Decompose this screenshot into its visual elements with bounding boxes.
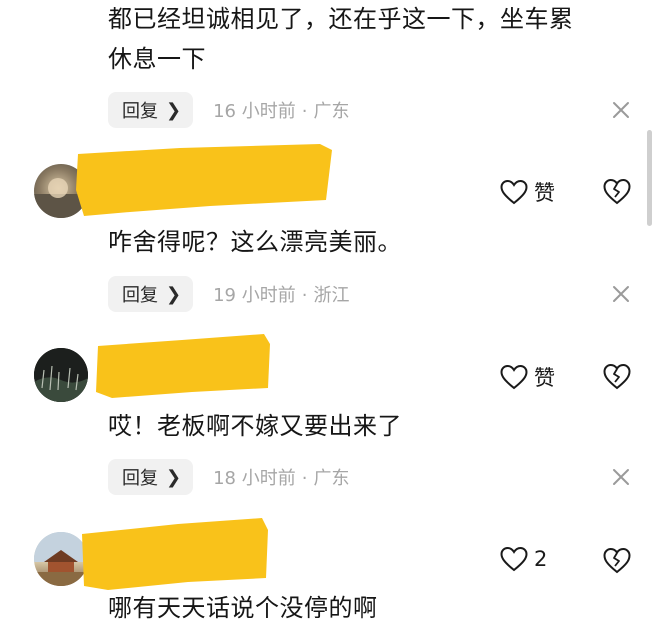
- comment-text-line: 休息一下: [108, 45, 206, 73]
- close-icon[interactable]: [610, 283, 632, 305]
- like-label: 赞: [534, 366, 555, 390]
- username-redaction: [96, 334, 270, 398]
- username-redaction: [82, 518, 268, 590]
- like-button[interactable]: 赞: [500, 177, 555, 207]
- comment-meta: 19 小时前 · 浙江: [213, 285, 350, 306]
- chevron-right-icon: ❯: [166, 283, 182, 305]
- comment-text: 哎！老板啊不嫁又要出来了: [108, 412, 402, 440]
- close-icon[interactable]: [610, 466, 632, 488]
- comment-meta: 16 小时前 · 广东: [213, 101, 350, 122]
- comment-text: 哪有天天话说个没停的啊: [108, 594, 378, 622]
- comment-meta: 18 小时前 · 广东: [213, 468, 350, 489]
- comment-meta-row: 回复 ❯ 16 小时前 · 广东: [108, 92, 349, 128]
- reply-label: 回复: [122, 285, 158, 306]
- heart-outline-icon: [500, 546, 528, 572]
- reply-label: 回复: [122, 101, 158, 122]
- comment-meta-row: 回复 ❯ 18 小时前 · 广东: [108, 459, 349, 495]
- comment-time: 19 小时前: [213, 285, 296, 306]
- reply-label: 回复: [122, 468, 158, 489]
- like-button[interactable]: 2: [500, 546, 547, 572]
- like-count: 2: [534, 547, 548, 571]
- chevron-right-icon: ❯: [166, 466, 182, 488]
- comment-time: 16 小时前: [213, 101, 296, 122]
- comment-location: 广东: [313, 468, 350, 489]
- comment-location: 广东: [313, 101, 350, 122]
- broken-heart-icon[interactable]: [602, 361, 632, 391]
- like-label: 赞: [534, 181, 555, 205]
- broken-heart-icon[interactable]: [602, 176, 632, 206]
- heart-outline-icon: [500, 179, 528, 205]
- broken-heart-icon[interactable]: [602, 545, 632, 575]
- reply-button[interactable]: 回复 ❯: [108, 459, 194, 495]
- close-icon[interactable]: [610, 99, 632, 121]
- username-redaction: [76, 144, 332, 216]
- avatar[interactable]: [34, 348, 88, 402]
- heart-outline-icon: [500, 364, 528, 390]
- chevron-right-icon: ❯: [166, 99, 182, 121]
- reply-button[interactable]: 回复 ❯: [108, 276, 194, 312]
- scrollbar[interactable]: [647, 130, 652, 226]
- like-button[interactable]: 赞: [500, 362, 555, 392]
- comment-text-line: 都已经坦诚相见了，还在乎这一下，坐车累: [108, 5, 574, 33]
- comment-meta-row: 回复 ❯ 19 小时前 · 浙江: [108, 276, 349, 312]
- comment-location: 浙江: [313, 285, 350, 306]
- reply-button[interactable]: 回复 ❯: [108, 92, 194, 128]
- comment-text: 咋舍得呢？这么漂亮美丽。: [108, 228, 402, 256]
- comment-time: 18 小时前: [213, 468, 296, 489]
